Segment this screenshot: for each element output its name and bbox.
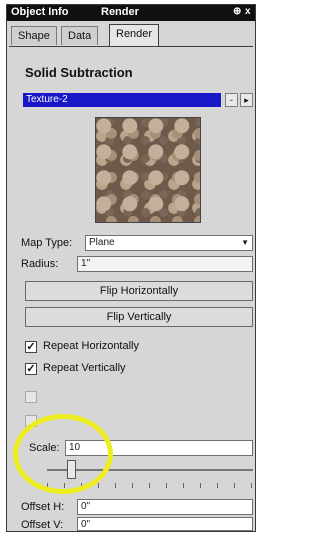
tab-strip: Shape Data Render	[9, 24, 253, 46]
pin-icon[interactable]: ⊕	[233, 6, 241, 17]
chevron-down-icon: ▼	[241, 238, 249, 247]
offset-h-field[interactable]: 0"	[77, 499, 253, 515]
radius-field[interactable]: 1"	[77, 256, 253, 272]
texture-arrow-button[interactable]: ▸	[240, 93, 253, 107]
tab-shape[interactable]: Shape	[11, 26, 57, 45]
flip-vertically-button[interactable]: Flip Vertically	[25, 307, 253, 327]
offset-v-label: Offset V:	[21, 519, 64, 531]
texture-selector[interactable]: Texture-2	[23, 93, 221, 107]
tab-divider	[9, 46, 253, 47]
palette-tab-object-info[interactable]: Object Info	[11, 6, 68, 18]
repeat-vertically-label: Repeat Vertically	[43, 362, 126, 374]
close-icon[interactable]: x	[245, 6, 251, 17]
offset-h-label: Offset H:	[21, 501, 65, 513]
texture-preview	[95, 117, 201, 223]
highlight-circle-annotation	[13, 414, 113, 494]
tab-data[interactable]: Data	[61, 26, 99, 45]
palette-tab-render[interactable]: Render	[101, 6, 139, 18]
texture-minus-button[interactable]: -	[225, 93, 238, 107]
repeat-horizontally-checkbox[interactable]: ✓	[25, 341, 37, 353]
map-type-dropdown[interactable]: Plane ▼	[85, 235, 253, 251]
palette-title-bar[interactable]: Object Info Render ⊕ x	[7, 5, 255, 21]
radius-label: Radius:	[21, 258, 59, 270]
repeat-vertically-checkbox[interactable]: ✓	[25, 363, 37, 375]
disabled-checkbox-1[interactable]	[25, 391, 37, 403]
offset-v-field[interactable]: 0"	[77, 517, 253, 531]
tab-render[interactable]: Render	[109, 24, 160, 46]
flip-horizontally-button[interactable]: Flip Horizontally	[25, 281, 253, 301]
repeat-horizontally-label: Repeat Horizontally	[43, 340, 139, 352]
object-info-palette: Object Info Render ⊕ x Shape Data Render…	[6, 4, 256, 532]
map-type-value: Plane	[89, 237, 115, 248]
section-title: Solid Subtraction	[25, 65, 133, 80]
map-type-label: Map Type:	[21, 237, 73, 249]
